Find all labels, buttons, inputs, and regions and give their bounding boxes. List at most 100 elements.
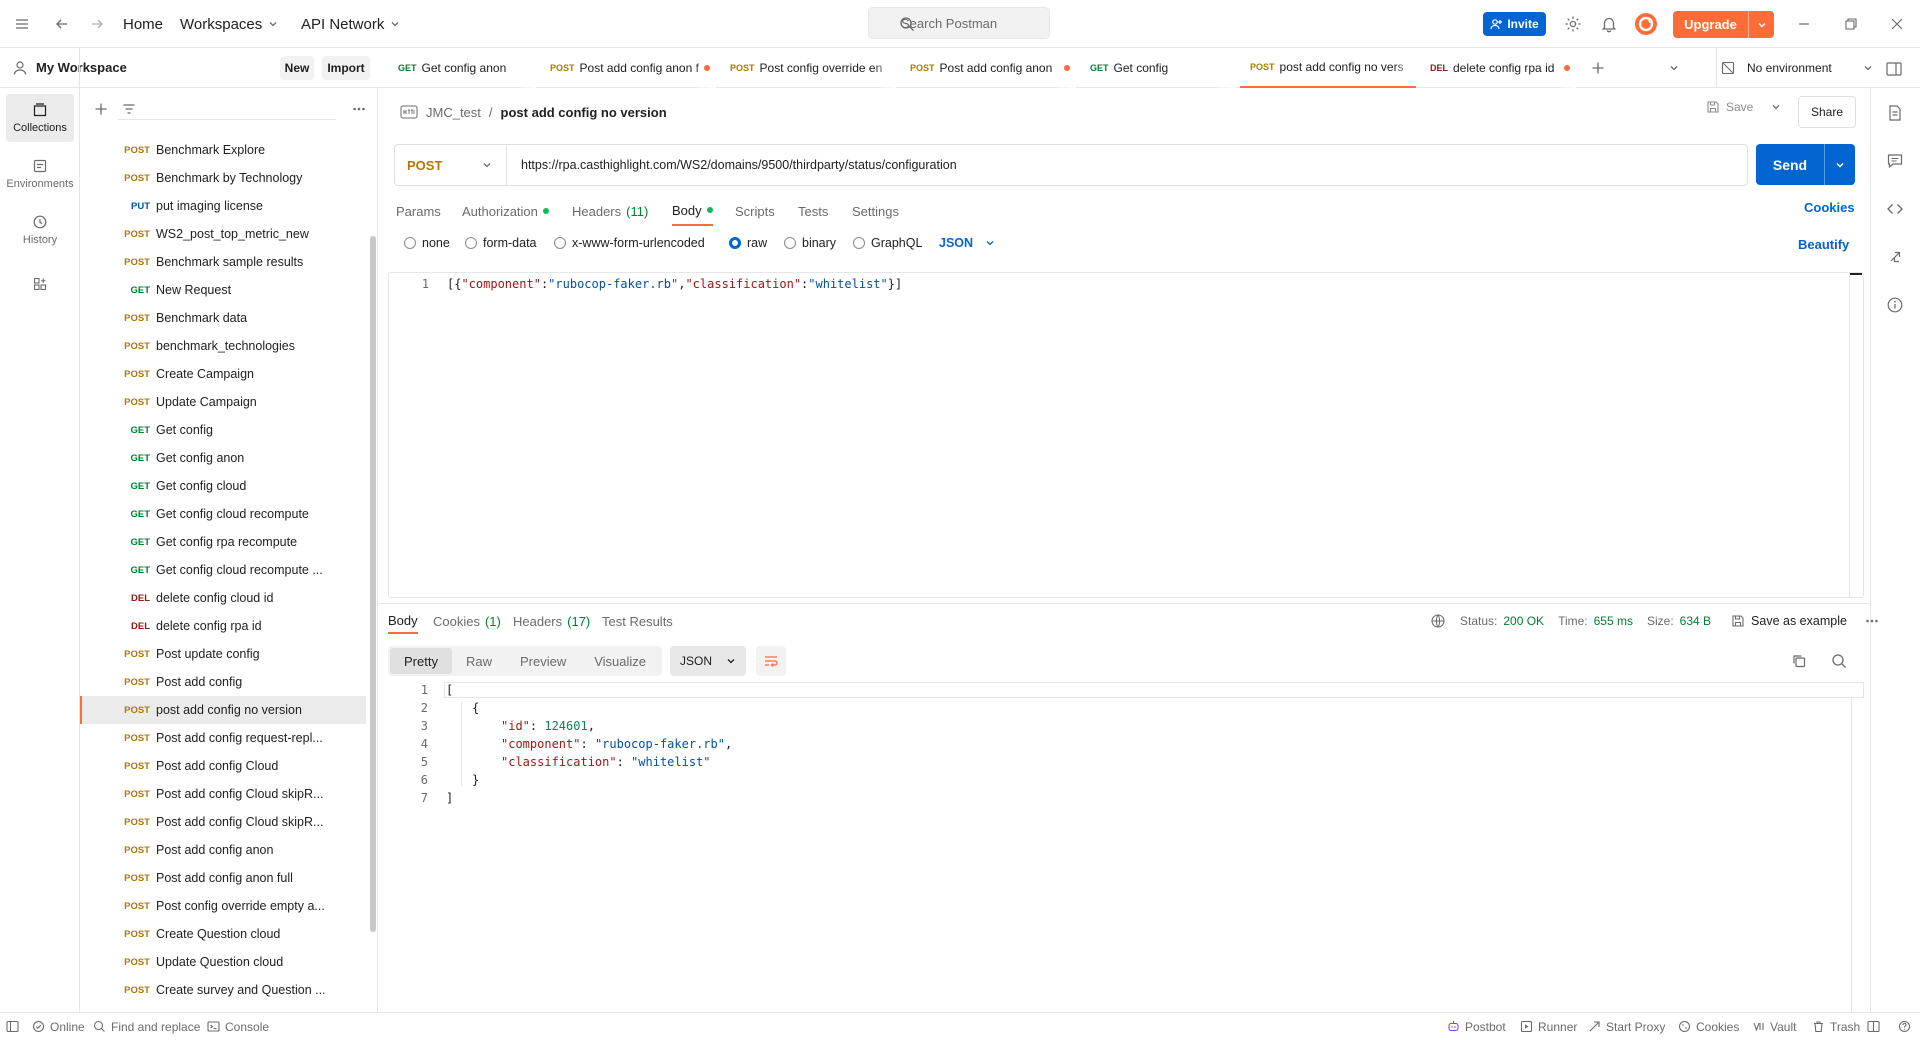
close-window-icon[interactable] [1890, 0, 1904, 48]
restore-window-icon[interactable] [1844, 0, 1858, 48]
sidebar-item[interactable]: POST Benchmark data [80, 304, 366, 332]
request-tab[interactable]: POST post add config no vers [1240, 48, 1416, 88]
request-tab[interactable]: GET Get config anon [388, 48, 536, 88]
wrap-lines-button[interactable] [756, 646, 787, 676]
search-response-icon[interactable] [1831, 653, 1847, 669]
more-options-icon[interactable] [1865, 614, 1879, 628]
sidebar-item[interactable]: GET Get config rpa recompute [80, 528, 366, 556]
editor-scrollbar[interactable] [1849, 273, 1863, 597]
response-body-viewer[interactable]: 1 2 3 4 5 6 7 [ { "id": 124601, "component": "… [388, 680, 1864, 1012]
sidebar-item[interactable]: POST Update Campaign [80, 388, 366, 416]
radio-binary[interactable]: binary [784, 236, 836, 250]
sidebar-item[interactable]: POST Benchmark sample results [80, 248, 366, 276]
new-tab-plus-icon[interactable] [1591, 61, 1605, 75]
tab-headers[interactable]: Headers (11) [572, 196, 648, 226]
forward-arrow-icon[interactable] [89, 0, 105, 48]
cookies-button[interactable]: Cookies [1678, 1013, 1739, 1040]
new-button[interactable]: New [280, 56, 314, 80]
home-link[interactable]: Home [123, 0, 163, 48]
console-button[interactable]: Console [207, 1013, 269, 1040]
sidebar-item[interactable]: POST Benchmark by Technology [80, 164, 366, 192]
request-tab[interactable]: POST Post add config anon f [540, 48, 716, 88]
sidebar-item[interactable]: GET Get config anon [80, 444, 366, 472]
sidebar-item[interactable]: POST WS2_post_top_metric_new [80, 220, 366, 248]
editor-scroll-thumb[interactable] [1850, 273, 1862, 275]
sidebar-item[interactable]: POST Benchmark Explore [80, 136, 366, 164]
start-proxy-button[interactable]: Start Proxy [1588, 1013, 1665, 1040]
sidebar-item[interactable]: GET Get config cloud recompute ... [80, 556, 366, 584]
response-divider[interactable] [378, 603, 1870, 604]
share-button[interactable]: Share [1798, 96, 1856, 128]
sidebar-item[interactable]: POST Post add config [80, 668, 366, 696]
runner-button[interactable]: Runner [1520, 1013, 1577, 1040]
api-network-menu[interactable]: API Network [301, 0, 400, 48]
sidebar-item[interactable]: POST Create survey and Question ... [80, 976, 366, 1004]
status-value[interactable]: 200 OK [1503, 614, 1544, 628]
sidebar-item[interactable]: POST Post add config request-repl... [80, 724, 366, 752]
help-icon[interactable] [1898, 1013, 1911, 1040]
back-arrow-icon[interactable] [54, 0, 70, 48]
request-tab[interactable]: DEL delete config rpa id [1420, 48, 1576, 88]
sidebar-item[interactable]: GET Get config cloud [80, 472, 366, 500]
sidebar-item[interactable]: POST post add config no version [80, 696, 366, 724]
sidebar-item[interactable]: POST Update Question cloud [80, 948, 366, 976]
view-raw-button[interactable]: Raw [452, 648, 506, 674]
beautify-link[interactable]: Beautify [1798, 237, 1849, 252]
tab-scripts[interactable]: Scripts [735, 196, 775, 226]
size-value[interactable]: 634 B [1680, 614, 1711, 628]
collections-nav[interactable]: Collections [6, 94, 74, 142]
postbot-button[interactable]: Postbot [1447, 1013, 1506, 1040]
resp-tab-test-results[interactable]: Test Results [602, 608, 673, 634]
invite-button[interactable]: Invite [1483, 12, 1546, 36]
request-title[interactable]: post add config no version [501, 105, 667, 120]
sidebar-item[interactable]: DEL delete config cloud id [80, 584, 366, 612]
sidebar-item[interactable]: POST Post add config anon full [80, 864, 366, 892]
request-tab[interactable]: POST Post add config anon [900, 48, 1076, 88]
sidebar-item[interactable]: POST Post config override empty a... [80, 892, 366, 920]
copy-icon[interactable] [1791, 653, 1807, 669]
tab-settings[interactable]: Settings [852, 196, 899, 226]
trash-button[interactable]: Trash [1812, 1013, 1860, 1040]
tabs-overflow-chevron-icon[interactable] [1669, 63, 1679, 73]
tab-body[interactable]: Body [672, 196, 713, 226]
tab-params[interactable]: Params [396, 196, 441, 226]
body-format-selector[interactable]: JSON [939, 236, 995, 250]
tab-tests[interactable]: Tests [798, 196, 828, 226]
find-replace-button[interactable]: Find and replace [93, 1013, 200, 1040]
view-visualize-button[interactable]: Visualize [580, 648, 660, 674]
radio-form-data[interactable]: form-data [465, 236, 537, 250]
save-as-example-button[interactable]: Save as example [1731, 614, 1847, 628]
settings-gear-icon[interactable] [1564, 0, 1582, 48]
documentation-icon[interactable] [1886, 104, 1906, 124]
view-preview-button[interactable]: Preview [506, 648, 580, 674]
configure-sidebar-nav[interactable] [6, 266, 74, 302]
response-format-selector[interactable]: JSON [670, 646, 747, 676]
cookies-link[interactable]: Cookies [1804, 200, 1855, 215]
user-avatar[interactable] [1634, 0, 1658, 48]
save-options-chevron-icon[interactable] [1771, 102, 1781, 112]
info-icon[interactable] [1886, 296, 1906, 316]
sidebar-item[interactable]: POST benchmark_technologies [80, 332, 366, 360]
upgrade-button[interactable]: Upgrade [1673, 11, 1774, 38]
hamburger-menu-icon[interactable] [14, 0, 30, 48]
resp-tab-cookies[interactable]: Cookies (1) [433, 608, 501, 634]
method-selector[interactable]: POST [395, 145, 507, 185]
add-icon[interactable] [94, 102, 108, 116]
url-input[interactable]: https://rpa.casthighlight.com/WS2/domain… [507, 158, 957, 172]
sidebar-item[interactable]: DEL delete config rpa id [80, 612, 366, 640]
request-tab[interactable]: POST Post config override en [720, 48, 896, 88]
sidebar-item[interactable]: GET Get config [80, 416, 366, 444]
view-pretty-button[interactable]: Pretty [390, 648, 452, 674]
online-status[interactable]: Online [32, 1013, 85, 1040]
tab-authorization[interactable]: Authorization [462, 196, 549, 226]
sidebar-item[interactable]: PUT put imaging license [80, 192, 366, 220]
notifications-bell-icon[interactable] [1600, 0, 1618, 48]
sidebar-item[interactable]: POST Post update config [80, 640, 366, 668]
sidebar-item[interactable]: POST Create Question cloud [80, 920, 366, 948]
radio-raw[interactable]: raw [729, 236, 767, 250]
workbench-layout-icon[interactable] [1885, 60, 1905, 80]
resp-tab-body[interactable]: Body [388, 608, 418, 634]
sidebar-filter-input[interactable] [118, 98, 336, 120]
import-button[interactable]: Import [322, 56, 370, 80]
comments-icon[interactable] [1886, 152, 1906, 172]
